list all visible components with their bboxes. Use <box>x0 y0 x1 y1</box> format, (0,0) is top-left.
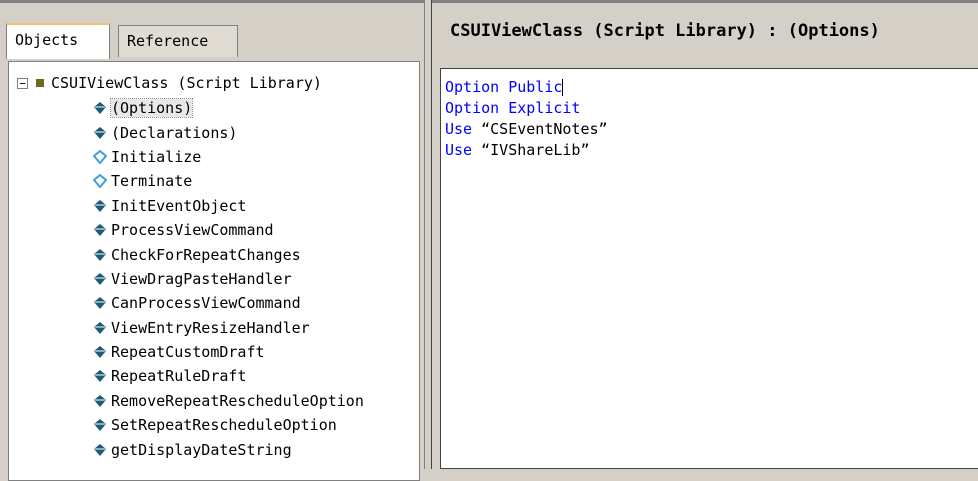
code-text: “IVShareLib” <box>472 141 590 159</box>
collapse-icon[interactable]: − <box>17 77 28 89</box>
tree-item[interactable]: Terminate <box>93 169 364 193</box>
tree-item[interactable]: RepeatCustomDraft <box>93 340 364 364</box>
method-icon <box>94 272 106 285</box>
text-caret <box>562 79 564 96</box>
tree-item[interactable]: (Options) <box>93 96 364 120</box>
object-tree[interactable]: − CSUIViewClass (Script Library) (Option… <box>8 61 420 481</box>
method-icon <box>94 248 106 261</box>
tree-item[interactable]: ProcessViewCommand <box>93 218 364 242</box>
code-text: “CSEventNotes” <box>472 120 608 138</box>
tree-item[interactable]: InitEventObject <box>93 194 364 218</box>
tree-root-label: CSUIViewClass (Script Library) <box>51 74 322 92</box>
tree-item[interactable]: CanProcessViewCommand <box>93 291 364 315</box>
pane-splitter[interactable] <box>424 0 432 469</box>
method-icon <box>94 321 106 334</box>
code-line: Option Public <box>441 77 978 98</box>
tree-item[interactable]: Initialize <box>93 145 364 169</box>
tree-item-label: RemoveRepeatRescheduleOption <box>111 391 364 410</box>
method-icon <box>94 102 106 115</box>
method-icon <box>94 443 106 456</box>
event-icon <box>93 149 107 164</box>
tree-item[interactable]: CheckForRepeatChanges <box>93 242 364 266</box>
tree-item[interactable]: getDisplayDateString <box>93 437 364 461</box>
tree-children: (Options) (Declarations) Initialize Termina… <box>93 96 364 462</box>
event-icon <box>93 174 107 189</box>
tree-item[interactable]: (Declarations) <box>93 120 364 144</box>
tree-item-label: CanProcessViewCommand <box>111 294 301 313</box>
tree-item-label: (Options) <box>109 98 194 119</box>
method-icon <box>94 370 106 383</box>
tree-item[interactable]: RepeatRuleDraft <box>93 364 364 388</box>
method-icon <box>94 394 106 407</box>
method-icon <box>94 199 106 212</box>
tree-item-label: RepeatCustomDraft <box>111 343 265 362</box>
tree-item-label: SetRepeatRescheduleOption <box>111 416 337 435</box>
tree-item-label: getDisplayDateString <box>111 440 292 459</box>
tree-item[interactable]: ViewEntryResizeHandler <box>93 316 364 340</box>
tree-root-node[interactable]: − CSUIViewClass (Script Library) <box>17 72 322 94</box>
object-browser-pane: Objects Reference − CSUIViewClass (Scrip… <box>0 0 424 481</box>
method-icon <box>94 224 106 237</box>
code-editor[interactable]: Option Public Option Explicit Use “CSEvent… <box>440 68 978 469</box>
method-icon <box>94 419 106 432</box>
tree-item-label: ViewDragPasteHandler <box>111 269 292 288</box>
tree-item-label: Initialize <box>111 147 202 166</box>
tree-item-label: ProcessViewCommand <box>111 221 274 240</box>
tree-item-label: CheckForRepeatChanges <box>111 245 301 264</box>
method-icon <box>94 126 106 139</box>
code-line: Option Explicit <box>441 98 978 119</box>
tree-item[interactable]: SetRepeatRescheduleOption <box>93 413 364 437</box>
tree-item-label: InitEventObject <box>111 196 247 215</box>
tree-item[interactable]: ViewDragPasteHandler <box>93 267 364 291</box>
tree-item-label: RepeatRuleDraft <box>111 367 247 386</box>
method-icon <box>94 297 106 310</box>
script-editor-pane: CSUIViewClass (Script Library) : (Option… <box>432 0 978 469</box>
code-line: Use “IVShareLib” <box>441 140 978 161</box>
script-library-icon <box>36 79 44 87</box>
tree-item-label: (Declarations) <box>111 123 238 142</box>
code-line: Use “CSEventNotes” <box>441 119 978 140</box>
code-keyword: Use <box>445 120 473 138</box>
editor-title: CSUIViewClass (Script Library) : (Option… <box>432 0 978 62</box>
tree-item-label: Terminate <box>111 172 193 191</box>
code-keyword: Use <box>445 141 473 159</box>
tree-item[interactable]: RemoveRepeatRescheduleOption <box>93 389 364 413</box>
tree-item-label: ViewEntryResizeHandler <box>111 318 310 337</box>
tab-reference[interactable]: Reference <box>118 25 238 57</box>
tab-objects[interactable]: Objects <box>6 23 110 59</box>
method-icon <box>94 346 106 359</box>
code-keyword: Option Explicit <box>445 99 581 117</box>
code-keyword: Option Public <box>445 78 563 96</box>
